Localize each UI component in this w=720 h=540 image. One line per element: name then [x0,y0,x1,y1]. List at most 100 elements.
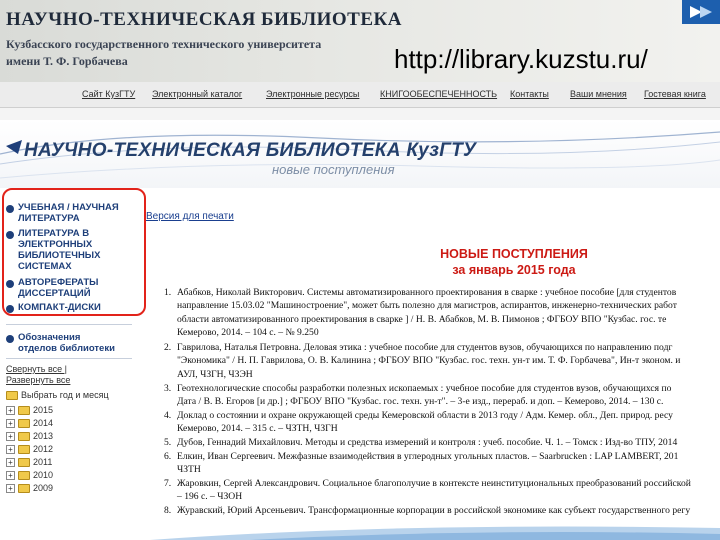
nav-link-book-supply[interactable]: КНИГООБЕСПЕЧЕННОСТЬ [380,89,497,99]
sidebar-item-dissertations[interactable]: АВТОРЕФЕРАТЫ ДИССЕРТАЦИЙ [6,277,98,299]
tree-year-label: 2009 [33,483,54,493]
nav-link-e-resources[interactable]: Электронные ресурсы [266,89,359,99]
tree-year-2010[interactable]: + 2010 [6,470,53,480]
screen: НАУЧНО-ТЕХНИЧЕСКАЯ БИБЛИОТЕКА Кузбасског… [0,0,720,540]
expand-icon[interactable]: + [6,418,15,428]
record-text: области автоматизированного проектирован… [177,313,667,325]
sidebar-item-label: Обозначения отделов библиотеки [18,332,115,354]
record-text: направление 15.03.02 "Машиностроение", м… [177,300,677,312]
label-line: АВТОРЕФЕРАТЫ [18,277,99,288]
library-header: НАУЧНО-ТЕХНИЧЕСКАЯ БИБЛИОТЕКА КузГТУ нов… [0,120,720,188]
expand-icon[interactable]: + [6,457,15,467]
sidebar-item-label: АВТОРЕФЕРАТЫ ДИССЕРТАЦИЙ [18,277,98,299]
tree-year-label: 2013 [33,431,54,441]
record-text: Елкин, Иван Сергеевич. Межфазные взаимод… [177,451,679,462]
sidebar-divider [6,358,132,359]
list-item: 1. Абабков, Николай Викторович. Системы а… [164,286,720,340]
choose-period-label: Выбрать год и месяц [21,390,109,400]
list-item: 6. Елкин, Иван Сергеевич. Межфазные взаим… [164,450,720,477]
folder-icon [6,390,18,400]
expand-icon[interactable]: + [6,444,15,454]
library-title: НАУЧНО-ТЕХНИЧЕСКАЯ БИБЛИОТЕКА КузГТУ [24,140,477,161]
tree-year-2011[interactable]: + 2011 [6,457,52,467]
sidebar-item-cds[interactable]: КОМПАКТ-ДИСКИ [6,302,101,313]
nav-link-kuzstu[interactable]: Сайт КузГТУ [82,89,135,99]
sidebar-item-ebs[interactable]: ЛИТЕРАТУРА В ЭЛЕКТРОННЫХ БИБЛИОТЕЧНЫХ СИ… [6,228,100,272]
collapse-all-link[interactable]: Свернуть все | [6,364,67,374]
list-item: 2. Гаврилова, Наталья Петровна. Деловая э… [164,341,720,381]
label-line: отделов библиотеки [18,343,115,354]
bottom-ribbon-graphic [150,526,720,540]
label-line: ЭЛЕКТРОННЫХ [18,239,93,250]
tree-year-label: 2014 [33,418,54,428]
record-number: 1. [164,287,172,298]
nav-link-guestbook[interactable]: Гостевая книга [644,89,706,99]
banner-subtitle-line1: Кузбасского государственного техническог… [6,37,322,51]
label-line: ЛИТЕРАТУРА В [18,228,90,239]
record-text: Кемерово, 2014. – 104 с. – № 9.250 [177,327,319,339]
record-text: Геотехнологические способы разработки по… [177,383,672,394]
tree-year-2012[interactable]: + 2012 [6,444,53,454]
tree-year-2009[interactable]: + 2009 [6,483,53,493]
record-number: 8. [164,505,172,516]
list-item: 5. Дубов, Геннадий Михайлович. Методы и с… [164,436,720,449]
record-text: ЧЗТН [177,464,201,476]
heading-line: НОВЫЕ ПОСТУПЛЕНИЯ [440,247,588,261]
record-number: 5. [164,437,172,448]
record-number: 7. [164,478,172,489]
bullet-icon [6,305,14,313]
tree-year-label: 2011 [33,457,53,467]
folder-icon [18,470,30,480]
sidebar-item-label: УЧЕБНАЯ / НАУЧНАЯ ЛИТЕРАТУРА [18,202,119,224]
list-item: 8. Журавский, Юрий Арсеньевич. Трансформа… [164,504,720,517]
bullet-icon [6,335,14,343]
sidebar-item-departments[interactable]: Обозначения отделов библиотеки [6,332,115,354]
label-line: КОМПАКТ-ДИСКИ [18,302,101,313]
label-line: УЧЕБНАЯ / НАУЧНАЯ [18,202,119,213]
nav-link-contacts[interactable]: Контакты [510,89,549,99]
expand-icon[interactable]: + [6,483,15,493]
folder-icon [18,444,30,454]
record-text: Дубов, Геннадий Михайлович. Методы и сре… [177,437,678,448]
print-version-link[interactable]: Версия для печати [146,211,234,222]
tree-year-2014[interactable]: + 2014 [6,418,53,428]
record-text: Кемерово, 2014. – 315 с. – ЧЗТН, ЧЗГН [177,423,338,435]
folder-icon [18,457,30,467]
label-line: БИБЛИОТЕЧНЫХ [18,250,101,261]
record-number: 6. [164,451,172,462]
record-text: Жаровкин, Сергей Александрович. Социальн… [177,478,691,489]
tree-year-label: 2015 [33,405,54,415]
expand-icon[interactable]: + [6,431,15,441]
record-text: Дата / В. В. Егоров [и др.] ; ФГБОУ ВПО … [177,396,664,408]
record-text: Гаврилова, Наталья Петровна. Деловая эти… [177,342,673,353]
site-banner: НАУЧНО-ТЕХНИЧЕСКАЯ БИБЛИОТЕКА Кузбасског… [0,0,720,82]
expand-icon[interactable]: + [6,405,15,415]
nav-link-opinions[interactable]: Ваши мнения [570,89,627,99]
record-number: 3. [164,383,172,394]
folder-icon [18,483,30,493]
folder-icon [18,405,30,415]
record-number: 2. [164,342,172,353]
expand-icon[interactable]: + [6,470,15,480]
page-heading: НОВЫЕ ПОСТУПЛЕНИЯ за январь 2015 года [424,246,604,278]
tree-year-label: 2010 [33,470,54,480]
logo-mark-icon [682,0,720,24]
nav-link-catalog[interactable]: Электронный каталог [152,89,242,99]
divider-strip [0,108,720,120]
tree-year-2015[interactable]: + 2015 [6,405,53,415]
heading-line: за январь 2015 года [452,263,576,277]
sidebar-item-textbooks[interactable]: УЧЕБНАЯ / НАУЧНАЯ ЛИТЕРАТУРА [6,202,119,224]
folder-icon [18,431,30,441]
top-navigation: Сайт КузГТУ Электронный каталог Электрон… [0,82,720,108]
list-item: 4. Доклад о состоянии и охране окружающей… [164,409,720,436]
record-text: Абабков, Николай Викторович. Системы авт… [177,287,677,298]
label-line: Обозначения [18,332,81,343]
label-line: ЛИТЕРАТУРА [18,213,80,224]
bullet-icon [6,231,14,239]
record-text: АУЛ, ЧЗГН, ЧЗЭН [177,368,253,380]
expand-all-link[interactable]: Развернуть все [6,375,70,385]
sidebar-divider [6,324,132,325]
tree-year-2013[interactable]: + 2013 [6,431,53,441]
bullet-icon [6,205,14,213]
choose-period-row[interactable]: Выбрать год и месяц [6,390,109,400]
